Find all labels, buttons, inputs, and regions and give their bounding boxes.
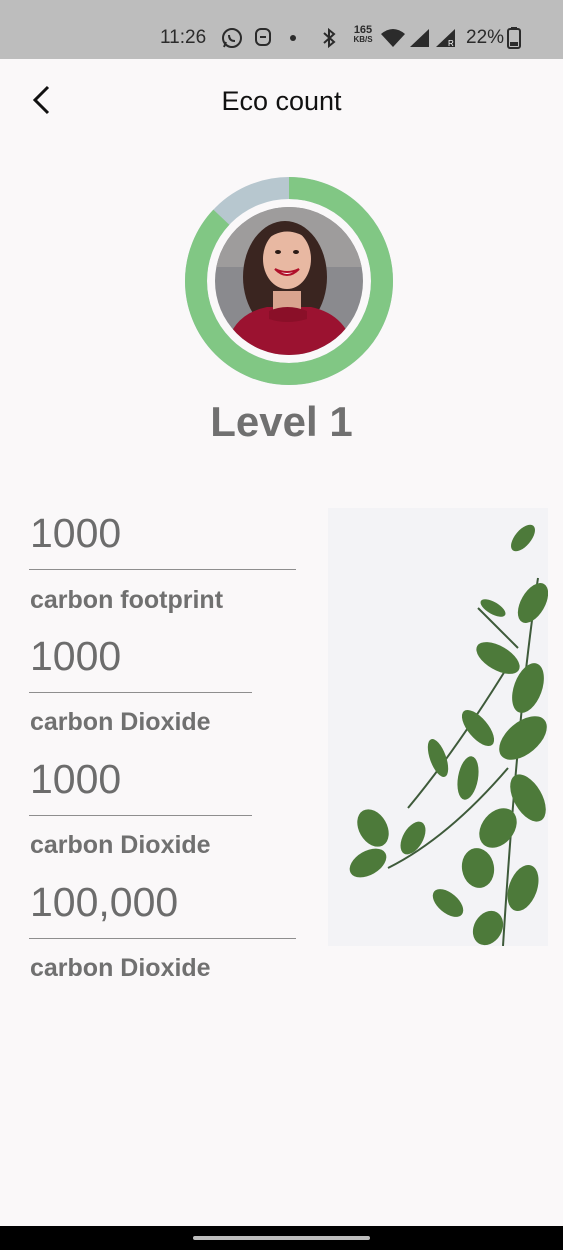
- net-speed-unit: KB/S: [353, 35, 373, 44]
- stat-value: 1000: [30, 633, 122, 679]
- svg-text:R: R: [448, 39, 454, 48]
- divider: [29, 692, 252, 693]
- notification-app-icon: [255, 28, 271, 46]
- eucalyptus-illustration: [349, 524, 548, 946]
- battery-percent: 22%: [466, 27, 505, 48]
- stat-label: carbon Dioxide: [30, 954, 211, 982]
- status-time: 11:26: [160, 27, 207, 48]
- whatsapp-icon: [222, 28, 242, 48]
- system-nav-bar: [0, 1226, 563, 1250]
- avatar: [215, 207, 363, 355]
- wifi-icon: [381, 29, 405, 47]
- app-bar: Eco count: [0, 59, 563, 141]
- roaming-signal-icon: R: [436, 29, 455, 48]
- signal-icon: [410, 29, 429, 47]
- divider: [29, 815, 252, 816]
- page-title: Eco count: [221, 86, 342, 116]
- level-label: Level 1: [210, 398, 353, 445]
- home-gesture-handle[interactable]: [193, 1236, 370, 1240]
- stat-label: carbon footprint: [30, 586, 224, 614]
- bluetooth-icon: [323, 27, 336, 49]
- stat-label: carbon Dioxide: [30, 831, 211, 859]
- net-speed-value: 165: [353, 24, 373, 36]
- stat-value: 1000: [30, 756, 122, 802]
- stat-value: 1000: [30, 510, 122, 556]
- divider: [29, 569, 296, 570]
- stat-label: carbon Dioxide: [30, 708, 211, 736]
- net-speed: 165 KB/S: [351, 25, 375, 45]
- plant-image: [328, 508, 548, 946]
- battery-icon: [507, 27, 521, 49]
- dot-icon: [290, 35, 296, 41]
- status-bar: 11:26 165 KB/S R 22%: [0, 0, 563, 59]
- divider: [29, 938, 296, 939]
- stat-value: 100,000: [30, 879, 179, 925]
- profile-photo: [215, 207, 363, 355]
